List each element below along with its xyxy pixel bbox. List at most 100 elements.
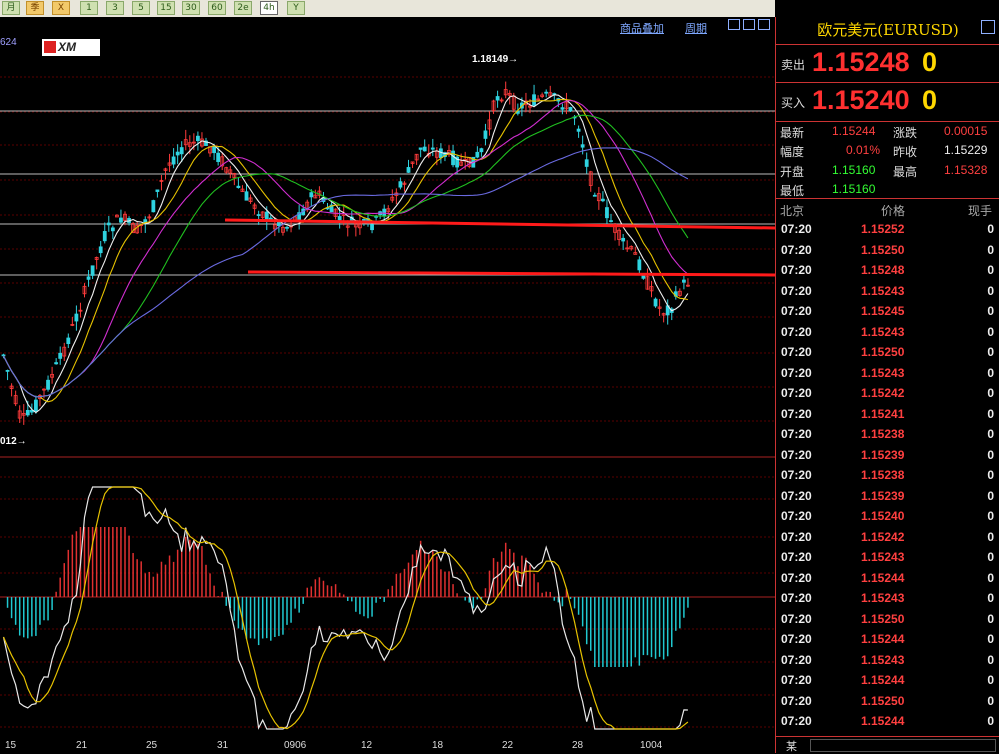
overlay-link[interactable]: 商品叠加 — [620, 20, 664, 36]
tick-time: 07:20 — [781, 427, 812, 441]
tb-x-button[interactable]: X — [52, 1, 70, 15]
candle-body — [568, 107, 573, 112]
tick-row: 07:20 1.15250 0 — [776, 608, 999, 628]
tick-row: 07:20 1.15243 0 — [776, 321, 999, 341]
tick-time: 07:20 — [781, 468, 812, 482]
candle-body — [175, 151, 180, 156]
tick-row: 07:20 1.15243 0 — [776, 649, 999, 669]
bottom-bar: 某 — [776, 736, 999, 754]
command-input[interactable] — [810, 739, 996, 752]
logo-text: XM — [58, 40, 76, 54]
tick-vol: 0 — [987, 611, 994, 626]
candle-body — [479, 148, 484, 153]
restore-icon[interactable] — [758, 19, 770, 30]
tick-row: 07:20 1.15250 0 — [776, 341, 999, 361]
candle-body — [605, 207, 609, 219]
tick-price: 1.15243 — [861, 652, 905, 667]
tick-vol: 0 — [987, 591, 994, 605]
tick-price: 1.15248 — [861, 263, 905, 277]
tick-time: 07:20 — [781, 714, 812, 728]
tick-time: 07:20 — [781, 222, 812, 236]
tick-price: 1.15238 — [861, 427, 905, 441]
tb-60-button[interactable]: 60 — [208, 1, 226, 15]
tick-row: 07:20 1.15248 0 — [776, 259, 999, 279]
buy-vol: 0 — [922, 85, 938, 115]
tb-2e-button[interactable]: 2e — [234, 1, 252, 15]
candle-body — [398, 181, 403, 188]
tick-header-vol: 现手 — [968, 204, 993, 218]
tick-time: 07:20 — [781, 611, 812, 626]
candle-body — [580, 144, 585, 148]
tick-vol: 0 — [987, 550, 994, 564]
candle-body — [34, 399, 38, 412]
tick-row: 07:20 1.15244 0 — [776, 628, 999, 648]
candle-body — [584, 159, 589, 167]
tick-price: 1.15238 — [861, 468, 905, 482]
candle-body — [422, 146, 427, 152]
tick-price: 1.15245 — [861, 304, 905, 318]
range-value: 0.01% — [846, 143, 881, 157]
chart-area[interactable]: 624 商品叠加 周期 XM 1.18149→ 012→ 15 21 25 31… — [0, 17, 775, 753]
tick-time: 07:20 — [781, 324, 812, 339]
tb-1-button[interactable]: 1 — [80, 1, 98, 15]
tb-5-button[interactable]: 5 — [132, 1, 150, 15]
candle-body — [212, 145, 217, 154]
tick-row: 07:20 1.15240 0 — [776, 505, 999, 525]
tick-vol: 0 — [987, 304, 994, 318]
ma5-line — [3, 94, 689, 414]
tb-month-button[interactable]: 月 — [2, 1, 20, 15]
tick-time: 07:20 — [781, 365, 812, 380]
candle-body — [151, 200, 156, 213]
candle-body — [601, 198, 605, 202]
tick-row: 07:20 1.15243 0 — [776, 362, 999, 382]
tick-vol: 0 — [987, 365, 994, 380]
candle-body — [337, 216, 342, 221]
prev-label: 昨收 — [893, 145, 918, 159]
tick-vol: 0 — [987, 386, 994, 400]
low-value: 1.15160 — [832, 182, 876, 196]
candle-body — [483, 130, 488, 139]
candle-body — [682, 279, 686, 283]
symbol-title: 欧元美元(EURUSD) — [817, 21, 959, 39]
tick-price: 1.15243 — [861, 365, 905, 380]
low-price-label: 012→ — [0, 436, 27, 447]
maximize-icon[interactable] — [981, 20, 995, 34]
next-icon[interactable] — [743, 19, 755, 30]
candle-body — [621, 237, 626, 242]
tb-15-button[interactable]: 15 — [157, 1, 175, 15]
tick-time: 07:20 — [781, 673, 812, 687]
period-link[interactable]: 周期 — [685, 20, 707, 36]
candle-body — [418, 147, 423, 150]
tick-price: 1.15243 — [861, 550, 905, 564]
tick-time: 07:20 — [781, 406, 812, 421]
tb-3-button[interactable]: 3 — [106, 1, 124, 15]
prev-icon[interactable] — [728, 19, 740, 30]
tb-season-button[interactable]: 季 — [26, 1, 44, 15]
tick-time: 07:20 — [781, 488, 812, 503]
candle-body — [370, 223, 374, 231]
xm-logo-icon — [44, 41, 56, 53]
tick-vol: 0 — [987, 509, 994, 523]
tick-price: 1.15250 — [861, 345, 905, 359]
candle-body — [74, 313, 79, 322]
tick-vol: 0 — [987, 693, 994, 708]
tick-row: 07:20 1.15243 0 — [776, 546, 999, 566]
tick-price: 1.15252 — [861, 222, 905, 236]
tick-vol: 0 — [987, 468, 994, 482]
tick-price: 1.15243 — [861, 324, 905, 339]
tick-vol: 0 — [987, 242, 994, 257]
tick-time: 07:20 — [781, 386, 812, 400]
tb-30-button[interactable]: 30 — [182, 1, 200, 15]
latest-label: 最新 — [780, 126, 805, 140]
tick-row: 07:20 1.15241 0 — [776, 403, 999, 423]
high-price-label: 1.18149→ — [472, 54, 519, 65]
candle-body — [653, 298, 658, 307]
candle-body — [609, 220, 613, 222]
tick-time: 07:20 — [781, 345, 812, 359]
tick-vol: 0 — [987, 632, 994, 646]
stats-block: 最新 1.15244 涨跌 0.00015 幅度 0.01% 昨收 1.1522… — [776, 121, 999, 198]
tick-vol: 0 — [987, 570, 994, 585]
tb-4h-button[interactable]: 4h — [260, 1, 278, 15]
tb-y-button[interactable]: Y — [287, 1, 305, 15]
x-label-1: 21 — [76, 740, 88, 751]
